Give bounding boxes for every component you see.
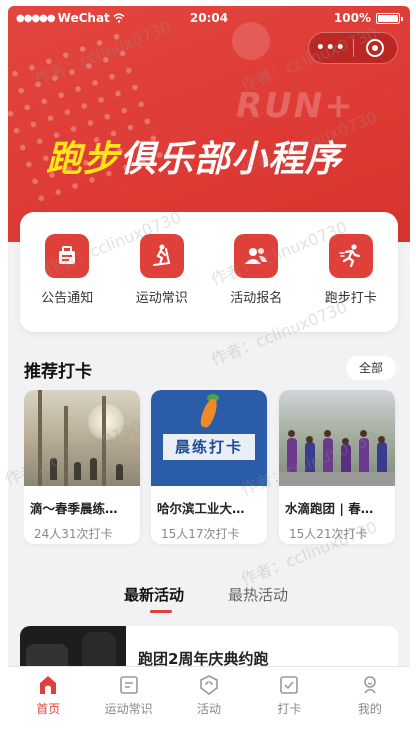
runner-icon — [328, 234, 373, 278]
close-circle-icon — [366, 39, 385, 57]
card-meta: 15人17次打卡 — [161, 527, 240, 541]
card-name: 水滴跑团 | 春… — [285, 501, 374, 516]
battery-icon — [376, 12, 403, 24]
active-tab-indicator — [150, 610, 172, 613]
card-meta: 24人31次打卡 — [34, 527, 113, 541]
nav-label: 打卡 — [277, 702, 302, 716]
profile-icon — [358, 673, 382, 697]
activity-tabs: 最新活动 最热活动 — [8, 584, 410, 614]
banner-bg-text: RUN+ — [236, 86, 355, 126]
logo-text: 晨练打卡 — [163, 434, 255, 460]
marathon-runners-photo — [279, 390, 395, 486]
nav-sports-knowledge[interactable]: 运动常识 — [88, 667, 168, 718]
menu-item-sports-knowledge[interactable]: 运动常识 — [122, 234, 202, 332]
status-bar: ●●●●● WeChat 20:04 100% — [8, 6, 410, 30]
card-name: 哈尔滨工业大… — [157, 501, 245, 516]
morning-exercise-logo: 晨练打卡 — [151, 390, 267, 486]
nav-activities[interactable]: 活动 — [169, 667, 249, 718]
menu-item-announcement[interactable]: 公告通知 — [27, 234, 107, 332]
close-button[interactable] — [353, 39, 397, 57]
treadmill-icon — [139, 234, 184, 278]
battery-percent: 100% — [333, 11, 371, 25]
nav-profile[interactable]: 我的 — [330, 667, 410, 718]
announcement-bag-icon — [45, 234, 90, 278]
bottom-nav: 首页 运动常识 活动 打卡 我的 — [8, 666, 410, 718]
recommend-header: 推荐打卡 全部 — [24, 356, 396, 382]
nav-label: 运动常识 — [104, 702, 153, 716]
phone-screen: RUN+ 跑步俱乐部小程序 ●●●●● WeChat 20:04 100% ••… — [8, 6, 410, 718]
checkbox-icon — [277, 673, 301, 697]
menu-item-event-signup[interactable]: 活动报名 — [216, 234, 296, 332]
home-icon — [36, 673, 60, 697]
activity-shield-icon — [197, 673, 221, 697]
view-all-button[interactable]: 全部 — [346, 356, 396, 380]
morning-park-photo — [24, 390, 140, 486]
menu-label: 跑步打卡 — [324, 291, 377, 306]
tab-hottest-activities[interactable]: 最热活动 — [228, 584, 288, 605]
checkin-card[interactable]: 晨练打卡 哈尔滨工业大… 15人17次打卡 — [151, 390, 267, 544]
banner-dot-pattern — [8, 26, 170, 216]
miniprogram-capsule: ••• — [308, 32, 398, 64]
menu-label: 活动报名 — [230, 291, 283, 306]
nav-checkin[interactable]: 打卡 — [249, 667, 329, 718]
menu-label: 运动常识 — [135, 291, 188, 306]
menu-item-run-checkin[interactable]: 跑步打卡 — [311, 234, 391, 332]
card-name: 滴～春季晨练… — [30, 501, 118, 516]
users-icon — [234, 234, 279, 278]
nav-label: 首页 — [36, 702, 61, 716]
nav-label: 我的 — [357, 702, 382, 716]
checkin-card[interactable]: 水滴跑团 | 春… 15人21次打卡 — [279, 390, 395, 544]
checkin-card[interactable]: 滴～春季晨练… 24人31次打卡 — [24, 390, 140, 544]
menu-label: 公告通知 — [41, 291, 94, 306]
nav-label: 活动 — [197, 702, 222, 716]
more-button[interactable]: ••• — [309, 40, 353, 56]
battery-info: 100% — [333, 11, 403, 25]
quick-menu: 公告通知 运动常识 活动报名 跑步打卡 — [20, 212, 398, 332]
card-meta: 15人21次打卡 — [289, 527, 368, 541]
banner-title-highlight: 跑步 — [46, 139, 121, 180]
recommend-card-list: 滴～春季晨练… 24人31次打卡 晨练打卡 哈尔滨工业大… 15人17次打卡 水… — [24, 390, 410, 550]
tab-latest-activities[interactable]: 最新活动 — [124, 584, 184, 605]
nav-home[interactable]: 首页 — [8, 667, 88, 718]
banner-title-rest: 俱乐部小程序 — [120, 139, 343, 180]
document-icon — [117, 673, 141, 697]
banner-title: 跑步俱乐部小程序 — [46, 130, 342, 182]
recommend-title: 推荐打卡 — [24, 362, 92, 382]
